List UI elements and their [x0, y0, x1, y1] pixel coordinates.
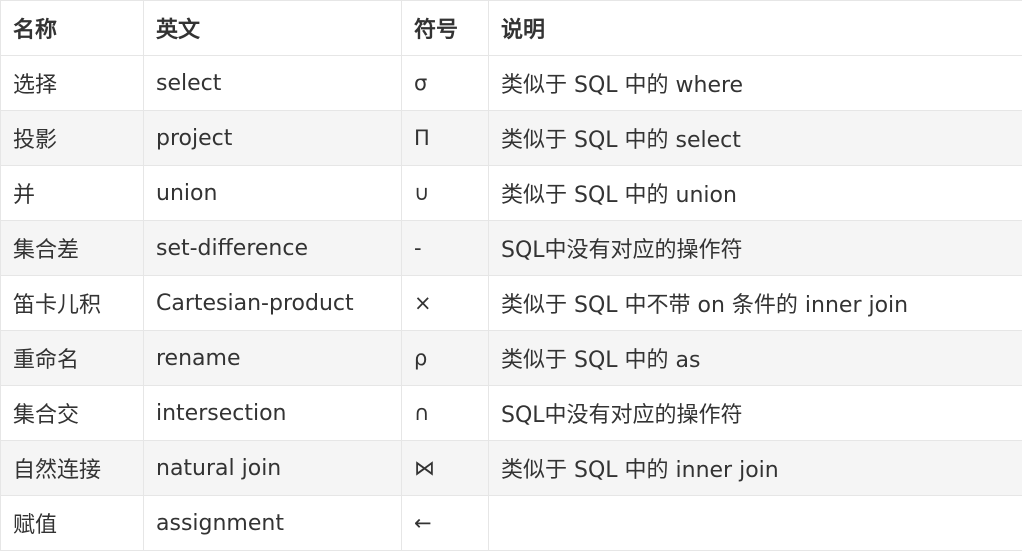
cell-name: 投影 [0, 110, 144, 166]
table-row: 选择 select σ 类似于 SQL 中的 where [0, 55, 1022, 111]
header-english: 英文 [143, 0, 402, 56]
cell-english: intersection [143, 385, 402, 441]
cell-symbol: ⋈ [401, 440, 489, 496]
table-row: 自然连接 natural join ⋈ 类似于 SQL 中的 inner joi… [0, 440, 1022, 496]
cell-description: SQL中没有对应的操作符 [488, 385, 1022, 441]
cell-english: select [143, 55, 402, 111]
header-symbol: 符号 [401, 0, 489, 56]
table-row: 重命名 rename ρ 类似于 SQL 中的 as [0, 330, 1022, 386]
cell-symbol: σ [401, 55, 489, 111]
cell-name: 并 [0, 165, 144, 221]
cell-symbol: × [401, 275, 489, 331]
cell-english: rename [143, 330, 402, 386]
cell-name: 重命名 [0, 330, 144, 386]
cell-name: 赋值 [0, 495, 144, 551]
table-row: 集合交 intersection ∩ SQL中没有对应的操作符 [0, 385, 1022, 441]
cell-symbol: - [401, 220, 489, 276]
cell-name: 集合差 [0, 220, 144, 276]
cell-english: project [143, 110, 402, 166]
cell-english: natural join [143, 440, 402, 496]
table-row: 并 union ∪ 类似于 SQL 中的 union [0, 165, 1022, 221]
cell-symbol: ρ [401, 330, 489, 386]
cell-description: 类似于 SQL 中的 where [488, 55, 1022, 111]
cell-symbol: Π [401, 110, 489, 166]
cell-english: union [143, 165, 402, 221]
cell-name: 自然连接 [0, 440, 144, 496]
cell-description: 类似于 SQL 中的 as [488, 330, 1022, 386]
cell-symbol: ∪ [401, 165, 489, 221]
cell-english: set-difference [143, 220, 402, 276]
cell-english: assignment [143, 495, 402, 551]
cell-description: 类似于 SQL 中的 select [488, 110, 1022, 166]
cell-description: 类似于 SQL 中不带 on 条件的 inner join [488, 275, 1022, 331]
header-row: 名称 英文 符号 说明 [0, 0, 1022, 56]
cell-name: 笛卡儿积 [0, 275, 144, 331]
table-row: 投影 project Π 类似于 SQL 中的 select [0, 110, 1022, 166]
relational-algebra-table: 名称 英文 符号 说明 选择 select σ 类似于 SQL 中的 where… [0, 0, 1022, 551]
cell-english: Cartesian-product [143, 275, 402, 331]
table-row: 赋值 assignment ← [0, 495, 1022, 551]
header-description: 说明 [488, 0, 1022, 56]
cell-description: 类似于 SQL 中的 union [488, 165, 1022, 221]
cell-description: 类似于 SQL 中的 inner join [488, 440, 1022, 496]
cell-description: SQL中没有对应的操作符 [488, 220, 1022, 276]
table-row: 集合差 set-difference - SQL中没有对应的操作符 [0, 220, 1022, 276]
table-row: 笛卡儿积 Cartesian-product × 类似于 SQL 中不带 on … [0, 275, 1022, 331]
cell-symbol: ∩ [401, 385, 489, 441]
header-name: 名称 [0, 0, 144, 56]
cell-symbol: ← [401, 495, 489, 551]
cell-name: 集合交 [0, 385, 144, 441]
cell-description [488, 495, 1022, 551]
cell-name: 选择 [0, 55, 144, 111]
